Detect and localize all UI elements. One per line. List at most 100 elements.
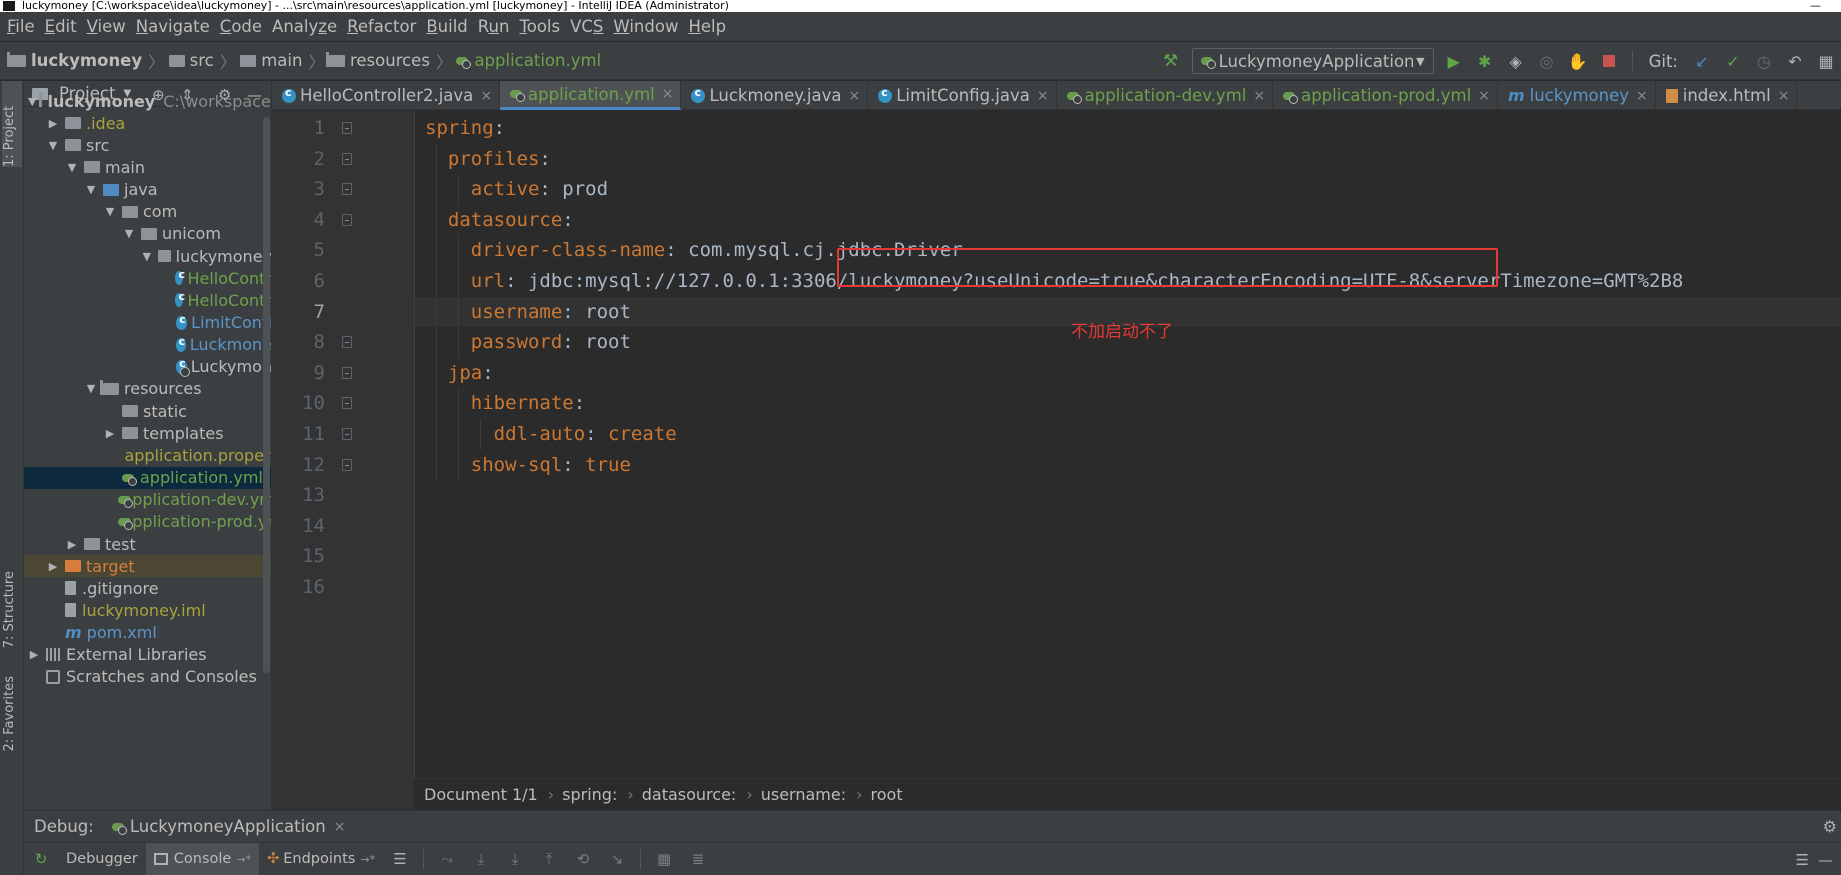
collapse-arrow-icon[interactable]: ▶ [47,560,59,573]
close-icon[interactable]: × [1636,88,1648,104]
git-history-icon[interactable]: ◷ [1753,50,1775,72]
console-tab[interactable]: Console →* [145,842,260,875]
breadcrumb-spring[interactable]: spring: [562,785,617,804]
expand-arrow-icon[interactable]: ▼ [142,250,152,263]
attach-icon[interactable]: ✋ [1567,50,1589,72]
build-hammer-icon[interactable]: ⚒ [1162,52,1180,70]
fold-marker-icon[interactable] [342,152,352,165]
close-icon[interactable]: × [1478,88,1490,104]
menu-analyze[interactable]: Analyze [269,12,344,42]
tab-index-html[interactable]: index.html × [1656,81,1798,110]
menu-refactor[interactable]: Refactor [344,12,423,42]
expand-arrow-icon[interactable]: ▼ [28,95,36,108]
git-update-icon[interactable]: ↙ [1691,50,1713,72]
tree-file-iml[interactable]: ▶luckymoney.iml [24,599,271,621]
structure-tool-tab[interactable]: 7: Structure [2,571,17,648]
hide-icon[interactable]: — [1818,851,1833,869]
tree-package-com[interactable]: ▼ com [24,201,271,223]
show-execution-point-icon[interactable]: ⤳ [436,848,458,870]
tab-application-dev-yml[interactable]: application-dev.yml × [1057,81,1274,110]
rerun-icon[interactable]: ↻ [30,848,52,870]
trace-icon[interactable]: ≣ [687,848,709,870]
fold-marker-icon[interactable] [342,122,352,134]
tree-file-hellocontroller2[interactable]: ▶HelloContr [24,289,271,311]
tree-folder-templates[interactable]: ▶ templates [24,422,271,444]
git-revert-icon[interactable]: ↶ [1784,50,1806,72]
fold-marker-icon[interactable] [342,428,352,440]
menu-help[interactable]: Help [685,12,733,42]
coverage-icon[interactable]: ◈ [1505,50,1527,72]
breadcrumb-username[interactable]: username: [761,785,846,804]
project-tool-tab[interactable]: 1: Project [2,81,22,167]
collapse-arrow-icon[interactable]: ▶ [28,648,40,661]
breadcrumb-root[interactable]: root [871,785,903,804]
layout-icon[interactable]: ☰ [1796,851,1809,869]
tree-file-gitignore[interactable]: ▶.gitignore [24,577,271,599]
nav-crumb-project[interactable]: luckymoney 〉 [0,49,165,73]
tree-file-application-dev-yml[interactable]: ▶application-dev.yml [24,489,271,511]
tree-file-luckmoney[interactable]: ▶Luckmone [24,334,271,356]
close-icon[interactable]: × [1037,88,1049,104]
tab-application-prod-yml[interactable]: application-prod.yml × [1273,81,1498,110]
code-line[interactable]: active: prod [425,174,608,205]
menu-edit[interactable]: Edit [42,12,84,42]
nav-crumb-main[interactable]: main 〉 [236,49,325,73]
close-icon[interactable]: × [848,88,860,104]
fold-marker-icon[interactable] [342,397,352,410]
nav-crumb-src[interactable]: src 〉 [165,49,236,73]
debug-session-tab[interactable]: LuckymoneyApplication × [111,817,346,836]
debugger-tab[interactable]: Debugger [58,843,146,875]
tree-package-luckymoney[interactable]: ▼ luckymoney [24,245,271,267]
fold-marker-icon[interactable] [342,366,352,379]
tree-folder-target[interactable]: ▶ target [24,555,271,578]
tab-luckmoney-java[interactable]: Luckmoney.java × [681,81,869,110]
debug-icon[interactable]: ✱ [1474,50,1496,72]
git-commit-icon[interactable]: ✓ [1722,50,1744,72]
evaluate-icon[interactable]: ▦ [653,848,675,870]
tree-folder-resources[interactable]: ▼ resources [24,378,271,400]
expand-arrow-icon[interactable]: ▼ [123,227,135,240]
menu-build[interactable]: Build [423,12,474,42]
tree-folder-src[interactable]: ▼ src [24,134,271,156]
tree-file-pom[interactable]: ▶mpom.xml [24,622,271,644]
nav-crumb-file[interactable]: application.yml [452,51,601,70]
expand-arrow-icon[interactable]: ▼ [47,139,59,152]
code-line[interactable]: show-sql: true [425,450,631,481]
tree-file-application-yml[interactable]: ▶application.yml [24,466,271,489]
menu-navigate[interactable]: Navigate [133,12,217,42]
tab-hellocontroller2[interactable]: HelloController2.java × [272,81,501,110]
run-configuration-selector[interactable]: LuckymoneyApplication ▼ [1191,48,1434,74]
tree-scratches[interactable]: ▶Scratches and Consoles [24,666,271,688]
code-line[interactable]: hibernate: [425,388,585,419]
fold-marker-icon[interactable] [342,458,352,471]
fold-marker-icon[interactable] [342,213,352,226]
tree-file-application-properties[interactable]: ▶application.properti [24,444,271,466]
minimize-icon[interactable]: — [1810,0,1821,12]
step-into-icon[interactable]: ⤓ [504,848,526,870]
menu-window[interactable]: Window [610,12,685,42]
project-scrollbar[interactable] [263,117,270,673]
expand-arrow-icon[interactable]: ▼ [85,382,97,395]
collapse-arrow-icon[interactable]: ▶ [104,427,116,440]
collapse-arrow-icon[interactable]: ▶ [47,117,59,130]
menu-file[interactable]: File [4,12,42,42]
menu-icon[interactable]: ☰ [389,848,411,870]
tree-folder-java[interactable]: ▼ java [24,179,271,201]
gear-icon[interactable]: ⚙ [1823,817,1837,836]
favorites-tool-tab[interactable]: 2: Favorites [2,676,17,752]
close-icon[interactable]: × [334,819,346,835]
menu-run[interactable]: Run [475,12,517,42]
tree-folder-main[interactable]: ▼ main [24,156,271,178]
tree-folder-test[interactable]: ▶ test [24,533,271,555]
close-icon[interactable]: × [480,88,492,104]
code-line[interactable]: password: root [425,327,631,358]
step-out-icon[interactable]: ⤒ [538,848,560,870]
tree-package-unicom[interactable]: ▼ unicom [24,223,271,245]
tree-file-hellocontroller[interactable]: ▶HelloContr [24,267,271,289]
run-to-cursor-icon[interactable]: ↘ [606,848,628,870]
fold-marker-icon[interactable] [342,183,352,196]
menu-tools[interactable]: Tools [516,12,567,42]
tab-limitconfig-java[interactable]: LimitConfig.java × [868,81,1057,110]
project-structure-icon[interactable]: ▦ [1815,50,1837,72]
expand-arrow-icon[interactable]: ▼ [66,161,78,174]
